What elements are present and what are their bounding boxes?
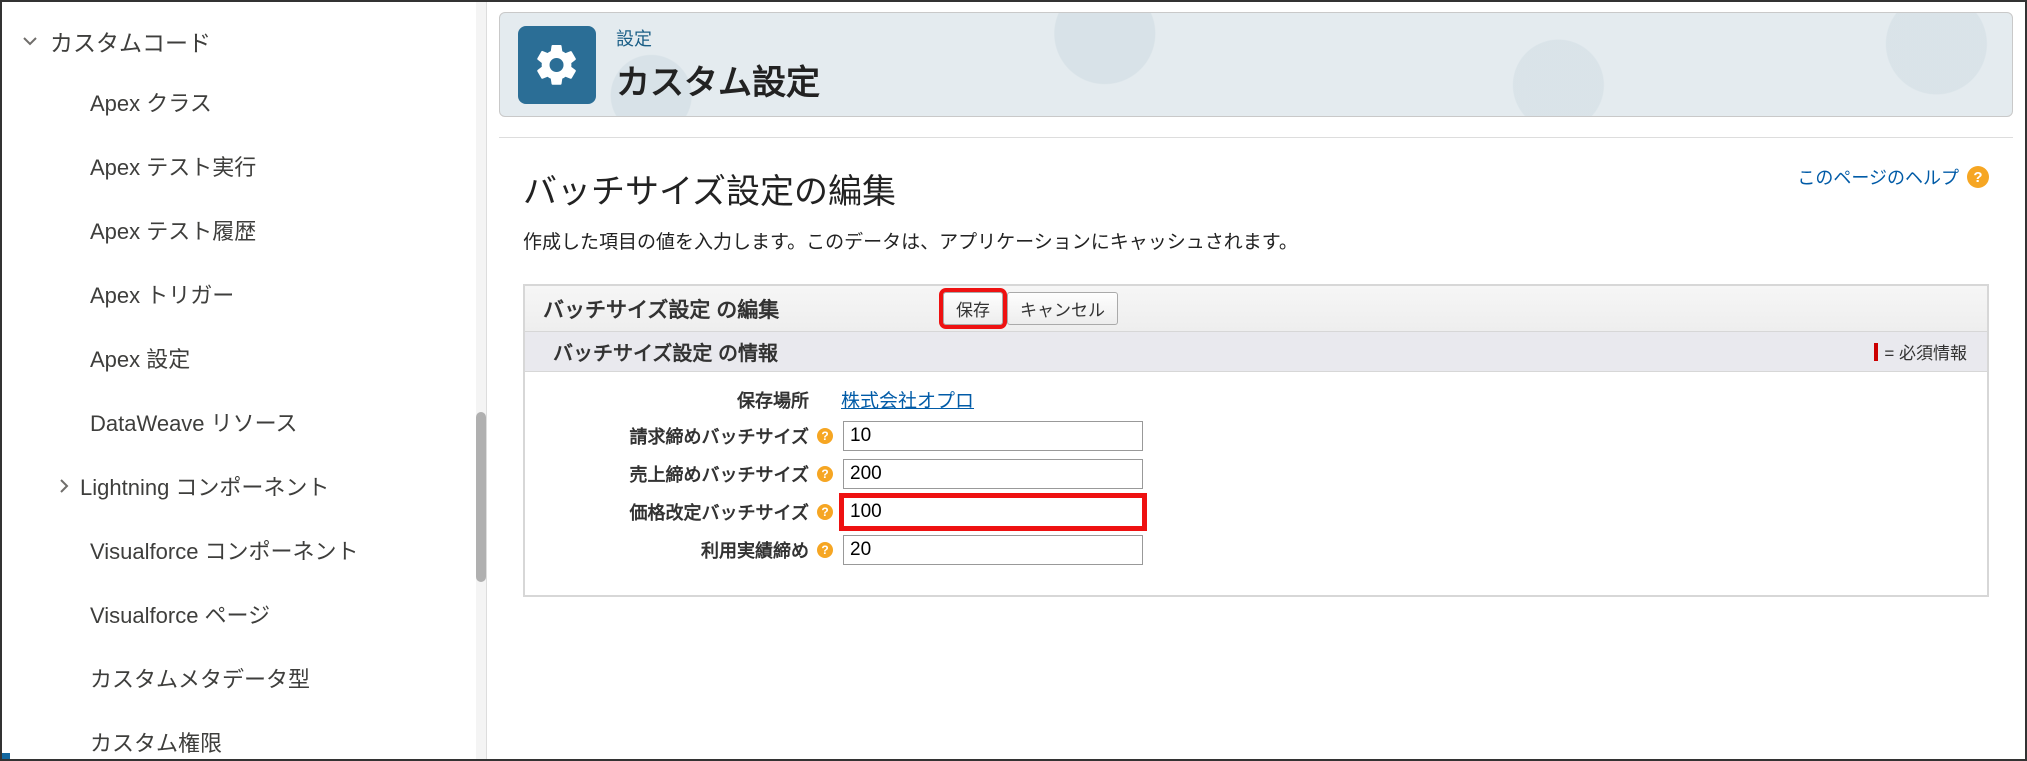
nav-item-label: Apex クラス	[90, 91, 212, 116]
label-sales-batch: 売上締めバッチサイズ	[535, 461, 815, 487]
required-legend-text: = 必須情報	[1884, 339, 1967, 364]
form-body: 保存場所 株式会社オプロ 請求締めバッチサイズ ? 売上締めバッチサイズ ?	[525, 372, 1987, 595]
label-usage-close: 利用実績締め	[535, 537, 815, 563]
row-save-location: 保存場所 株式会社オプロ	[535, 386, 1971, 413]
nav-item-apex-test-hist[interactable]: Apex テスト履歴	[82, 198, 486, 262]
save-button[interactable]: 保存	[943, 292, 1003, 325]
page-description: 作成した項目の値を入力します。このデータは、アプリケーションにキャッシュされます…	[523, 227, 1989, 254]
edit-panel: バッチサイズ設定 の編集 保存 キャンセル バッチサイズ設定 の情報 = 必須情…	[523, 284, 1989, 597]
panel-bar-title: バッチサイズ設定 の編集	[543, 294, 943, 324]
help-link-label: このページのヘルプ	[1797, 164, 1959, 190]
help-icon[interactable]: ?	[817, 504, 833, 520]
required-bar-icon	[1874, 343, 1878, 361]
breadcrumb[interactable]: 設定	[616, 25, 820, 51]
required-legend: = 必須情報	[1874, 339, 1967, 364]
row-usage-close: 利用実績締め ?	[535, 535, 1971, 565]
nav-parent-custom-code[interactable]: カスタムコード	[12, 12, 486, 70]
nav-item-vf-component[interactable]: Visualforce コンポーネント	[82, 518, 486, 582]
input-sales-batch[interactable]	[843, 459, 1143, 489]
nav-item-label: Visualforce ページ	[90, 603, 270, 628]
nav-item-apex-settings[interactable]: Apex 設定	[82, 326, 486, 390]
nav-item-label: カスタム権限	[90, 731, 222, 756]
nav-item-custom-mdt[interactable]: カスタムメタデータ型	[82, 646, 486, 710]
page-header-title: カスタム設定	[616, 55, 820, 104]
row-sales-batch: 売上締めバッチサイズ ?	[535, 459, 1971, 489]
chevron-right-icon	[54, 478, 74, 494]
page-header-card: 設定 カスタム設定	[499, 12, 2013, 117]
input-invoice-batch[interactable]	[843, 421, 1143, 451]
sidebar-scrollbar-thumb[interactable]	[476, 412, 486, 582]
nav-item-label: Apex テスト履歴	[90, 219, 256, 244]
panel-sub-title: バッチサイズ設定 の情報	[545, 335, 778, 368]
nav-item-label: DataWeave リソース	[90, 411, 298, 436]
help-link[interactable]: このページのヘルプ ?	[1797, 164, 1989, 190]
nav-item-label: Visualforce コンポーネント	[90, 539, 359, 564]
row-price-batch: 価格改定バッチサイズ ?	[535, 497, 1971, 527]
link-save-location[interactable]: 株式会社オプロ	[841, 386, 974, 413]
cancel-button[interactable]: キャンセル	[1007, 292, 1118, 325]
help-icon[interactable]: ?	[817, 428, 833, 444]
label-save-location: 保存場所	[535, 387, 815, 413]
help-icon: ?	[1967, 166, 1989, 188]
nav-item-label: Apex トリガー	[90, 283, 234, 308]
nav-item-apex-trigger[interactable]: Apex トリガー	[82, 262, 486, 326]
nav-item-dataweave[interactable]: DataWeave リソース	[82, 390, 486, 454]
nav-parent-label: カスタムコード	[50, 24, 211, 58]
gear-icon	[518, 26, 596, 104]
row-invoice-batch: 請求締めバッチサイズ ?	[535, 421, 1971, 451]
nav-item-label: Apex テスト実行	[90, 155, 256, 180]
nav-item-label: カスタムメタデータ型	[90, 667, 310, 692]
nav-item-apex-test-run[interactable]: Apex テスト実行	[82, 134, 486, 198]
help-icon[interactable]: ?	[817, 466, 833, 482]
label-price-batch: 価格改定バッチサイズ	[535, 499, 815, 525]
help-icon[interactable]: ?	[817, 542, 833, 558]
sidebar-scrollbar[interactable]	[476, 2, 486, 759]
nav-sub-lightning-comp[interactable]: Lightning コンポーネント	[54, 454, 486, 518]
page-title: バッチサイズ設定の編集	[523, 164, 896, 213]
panel-action-bar: バッチサイズ設定 の編集 保存 キャンセル	[525, 286, 1987, 332]
input-usage-close[interactable]	[843, 535, 1143, 565]
panel-sub-header: バッチサイズ設定 の情報 = 必須情報	[525, 332, 1987, 372]
sidebar-accent	[2, 753, 10, 759]
main-content: 設定 カスタム設定 バッチサイズ設定の編集 このページのヘルプ ? 作成した項目…	[487, 2, 2025, 759]
nav-item-apex-class[interactable]: Apex クラス	[82, 70, 486, 134]
nav-item-custom-perm[interactable]: カスタム権限	[82, 710, 486, 759]
nav-item-label: Apex 設定	[90, 347, 190, 372]
setup-sidebar: カスタムコード Apex クラス Apex テスト実行 Apex テスト履歴 A…	[2, 2, 487, 759]
input-price-batch[interactable]	[843, 497, 1143, 527]
label-invoice-batch: 請求締めバッチサイズ	[535, 423, 815, 449]
nav-item-vf-page[interactable]: Visualforce ページ	[82, 582, 486, 646]
nav-item-label: Lightning コンポーネント	[80, 470, 329, 502]
chevron-down-icon	[20, 33, 40, 49]
